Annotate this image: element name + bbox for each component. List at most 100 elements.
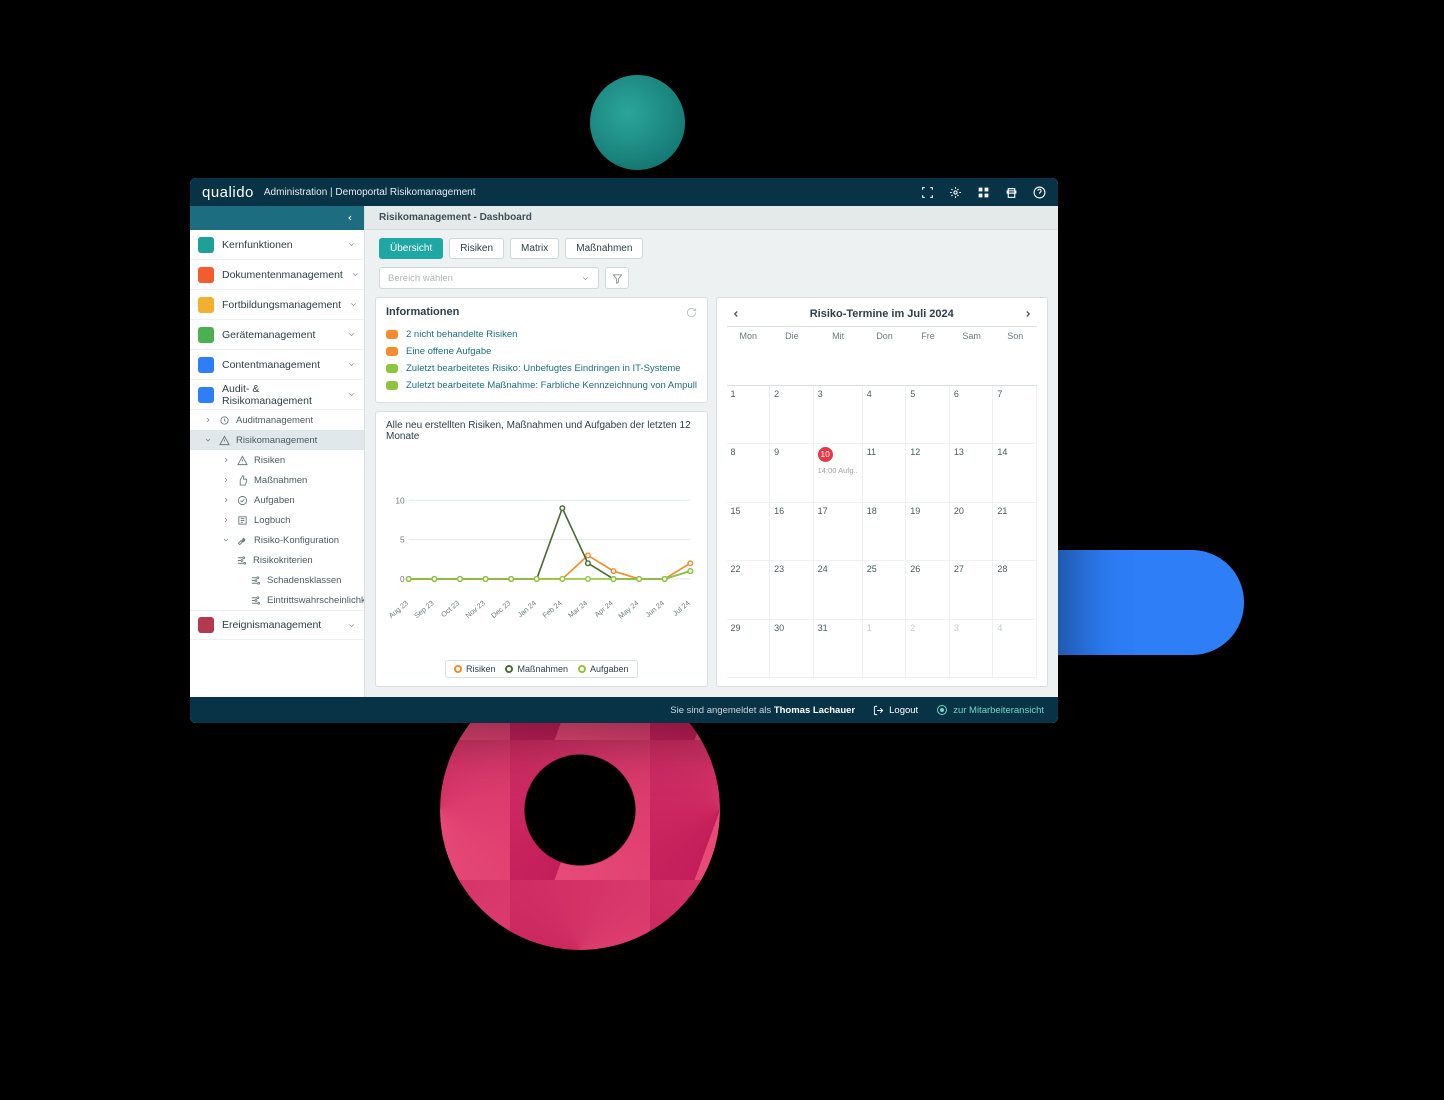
chevron-down-icon: [347, 390, 356, 399]
topbar: qualido Administration | Demoportal Risi…: [190, 178, 1058, 206]
sidebar-sub-4[interactable]: Aufgaben: [190, 490, 364, 510]
svg-text:Jan 24: Jan 24: [516, 598, 538, 619]
calendar-cell[interactable]: 4: [863, 386, 907, 445]
chart-plot: 0510Aug 23Sep 23Oct 23Nov 23Dec 23Jan 24…: [386, 446, 697, 656]
tabs: Übersicht Risiken Matrix Maßnahmen: [365, 230, 1058, 267]
switch-view-button[interactable]: zur Mitarbeiteransicht: [936, 704, 1044, 716]
calendar-cell[interactable]: 19: [906, 503, 950, 562]
tab-risiken[interactable]: Risiken: [449, 238, 504, 259]
calendar-cell[interactable]: 25: [863, 561, 907, 620]
chart-title: Alle neu erstellten Risiken, Maßnahmen u…: [386, 420, 697, 442]
info-row-1[interactable]: Eine offene Aufgabe: [386, 343, 697, 360]
calendar-cell[interactable]: 4: [993, 620, 1037, 679]
audit-icon: [219, 415, 230, 426]
sidebar-item-6[interactable]: Ereignismanagement: [190, 610, 364, 640]
calendar-cell[interactable]: 30: [770, 620, 814, 679]
calendar-cell[interactable]: 5: [906, 386, 950, 445]
status-dot: [386, 330, 398, 339]
svg-text:Oct 23: Oct 23: [439, 598, 461, 619]
calendar-cell[interactable]: 23: [770, 561, 814, 620]
calendar-cell[interactable]: 3: [814, 386, 863, 445]
info-row-3[interactable]: Zuletzt bearbeitete Maßnahme: Farbliche …: [386, 377, 697, 394]
calendar-cell[interactable]: 14: [993, 444, 1037, 503]
area-select-placeholder: Bereich wählen: [388, 273, 453, 284]
warning-icon: [237, 455, 248, 466]
sidebar-item-label: Ereignismanagement: [222, 619, 321, 631]
svg-text:Jun 24: Jun 24: [644, 598, 666, 619]
print-icon[interactable]: [1004, 185, 1018, 199]
tab-maßnahmen[interactable]: Maßnahmen: [565, 238, 643, 259]
sidebar-sub-7[interactable]: Risikokriterien: [190, 550, 364, 570]
header-subtitle: Administration | Demoportal Risikomanage…: [264, 187, 476, 198]
chevron-down-icon: [349, 300, 358, 309]
thumbs-up-icon: [237, 475, 248, 486]
sidebar-item-5[interactable]: Audit- & Risikomanagement: [190, 380, 364, 410]
calendar-cell[interactable]: 20: [950, 503, 994, 562]
calendar-cell[interactable]: 31: [814, 620, 863, 679]
calendar-cell[interactable]: 22: [727, 561, 771, 620]
calendar-prev-button[interactable]: [731, 309, 741, 319]
svg-text:5: 5: [400, 536, 405, 545]
calendar-cell[interactable]: 1: [727, 386, 771, 445]
sidebar-sub-6[interactable]: Risiko-Konfiguration: [190, 530, 364, 550]
area-select[interactable]: Bereich wählen: [379, 267, 599, 289]
logout-button[interactable]: Logout: [873, 705, 918, 716]
sidebar-item-1[interactable]: Dokumentenmanagement: [190, 260, 364, 290]
sliders-icon: [250, 595, 261, 606]
calendar-dow: Mon: [727, 327, 771, 386]
sidebar-sub-0[interactable]: Auditmanagement: [190, 410, 364, 430]
calendar-cell[interactable]: 26: [906, 561, 950, 620]
gear-icon[interactable]: [948, 185, 962, 199]
sidebar-item-0[interactable]: Kernfunktionen: [190, 230, 364, 260]
info-row-0[interactable]: 2 nicht behandelte Risiken: [386, 326, 697, 343]
decorative-circle: [590, 75, 685, 170]
calendar-cell[interactable]: 17: [814, 503, 863, 562]
sidebar-sub-label: Eintrittswahrscheinlichkeit: [267, 595, 365, 606]
sidebar-item-3[interactable]: Gerätemanagement: [190, 320, 364, 350]
footer: Sie sind angemeldet als Thomas Lachauer …: [190, 697, 1058, 723]
help-icon[interactable]: [1032, 185, 1046, 199]
sidebar-item-label: Dokumentenmanagement: [222, 269, 343, 281]
calendar-next-button[interactable]: [1023, 309, 1033, 319]
calendar-cell[interactable]: 2: [906, 620, 950, 679]
calendar-cell[interactable]: 3: [950, 620, 994, 679]
calendar-cell[interactable]: 15: [727, 503, 771, 562]
sidebar-item-4[interactable]: Contentmanagement: [190, 350, 364, 380]
calendar-cell[interactable]: 27: [950, 561, 994, 620]
calendar-cell[interactable]: 16: [770, 503, 814, 562]
sidebar-sub-3[interactable]: Maßnahmen: [190, 470, 364, 490]
scan-icon[interactable]: [920, 185, 934, 199]
calendar-cell[interactable]: 2: [770, 386, 814, 445]
calendar-cell[interactable]: 21: [993, 503, 1037, 562]
calendar-cell[interactable]: 13: [950, 444, 994, 503]
sidebar-collapse-button[interactable]: [190, 206, 364, 230]
calendar-cell[interactable]: 29: [727, 620, 771, 679]
sidebar-item-2[interactable]: Fortbildungsmanagement: [190, 290, 364, 320]
sidebar-sub-1[interactable]: Risikomanagement: [190, 430, 364, 450]
chevron-down-icon: [347, 621, 356, 630]
calendar-cell[interactable]: 9: [770, 444, 814, 503]
calendar-cell[interactable]: 8: [727, 444, 771, 503]
calendar-cell[interactable]: 7: [993, 386, 1037, 445]
calendar-cell[interactable]: 11: [863, 444, 907, 503]
calendar-cell[interactable]: 12: [906, 444, 950, 503]
refresh-icon[interactable]: [686, 307, 697, 318]
sidebar-sub-label: Maßnahmen: [254, 475, 307, 486]
grid-icon[interactable]: [976, 185, 990, 199]
legend-swatch: [578, 665, 586, 673]
calendar-cell[interactable]: 28: [993, 561, 1037, 620]
info-row-2[interactable]: Zuletzt bearbeitetes Risiko: Unbefugtes …: [386, 360, 697, 377]
filter-button[interactable]: [605, 267, 629, 289]
sidebar-sub-2[interactable]: Risiken: [190, 450, 364, 470]
calendar-cell[interactable]: 1014:00 Aufg..: [814, 444, 863, 503]
tab-matrix[interactable]: Matrix: [510, 238, 559, 259]
calendar-cell[interactable]: 1: [863, 620, 907, 679]
calendar-cell[interactable]: 6: [950, 386, 994, 445]
calendar-cell[interactable]: 24: [814, 561, 863, 620]
logout-icon: [873, 705, 884, 716]
sidebar-sub-9[interactable]: Eintrittswahrscheinlichkeit: [190, 590, 364, 610]
calendar-cell[interactable]: 18: [863, 503, 907, 562]
tab-übersicht[interactable]: Übersicht: [379, 238, 443, 259]
sidebar-sub-5[interactable]: Logbuch: [190, 510, 364, 530]
sidebar-sub-8[interactable]: Schadensklassen: [190, 570, 364, 590]
